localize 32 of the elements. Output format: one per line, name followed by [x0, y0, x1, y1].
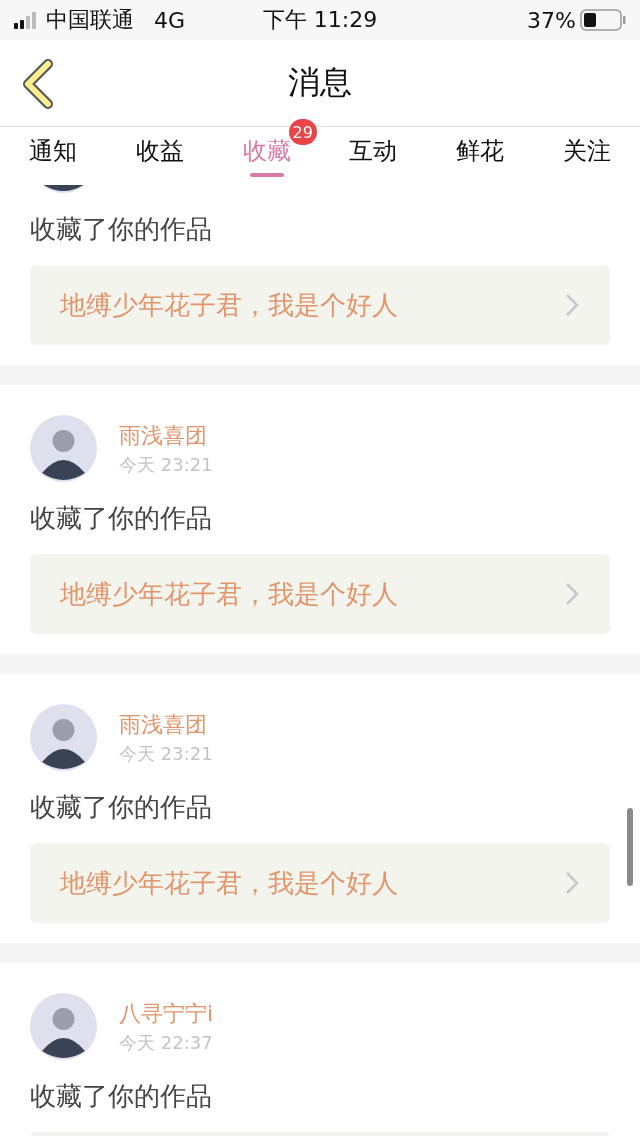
clock-time: 下午 11:29 — [262, 6, 378, 34]
user-name[interactable]: 雨浅喜团 — [119, 709, 213, 740]
count-badge: 29 — [288, 119, 317, 145]
message-text: 收藏了你的作品 — [30, 213, 213, 246]
battery-percent: 37% — [527, 7, 576, 33]
work-card[interactable]: 地缚少年花子君，我是个好人 — [30, 843, 610, 923]
tab[interactable]: 收藏 — [242, 135, 291, 167]
message-text: 收藏了你的作品 — [30, 502, 213, 535]
tab[interactable]: 互动 — [349, 135, 398, 167]
tab[interactable]: 关注 — [562, 135, 611, 167]
tab[interactable]: 鲜花 — [456, 135, 504, 167]
user-name[interactable]: 雨浅喜团 — [119, 420, 213, 451]
back-button[interactable] — [20, 58, 54, 110]
user-name[interactable]: 八寻宁宁i — [119, 998, 214, 1029]
work-card[interactable]: 地缚少年花子君，我是个好人 — [30, 554, 610, 634]
tab[interactable]: 通知 — [29, 135, 78, 167]
battery-icon — [580, 9, 626, 31]
chevron-icon — [564, 581, 580, 607]
message-text: 收藏了你的作品 — [30, 1080, 213, 1113]
tab[interactable]: 收益 — [136, 135, 184, 167]
network-type: 4G — [154, 7, 186, 33]
work-card[interactable]: 地缚少年花子君，我是个好人 — [30, 265, 610, 345]
page-title: 消息 — [288, 63, 352, 101]
scrollbar[interactable] — [627, 808, 633, 886]
message-text: 收藏了你的作品 — [30, 791, 213, 824]
signal-icon — [14, 11, 38, 29]
chevron-icon — [564, 292, 580, 318]
carrier-name: 中国联通 — [46, 6, 134, 34]
chevron-icon — [564, 870, 580, 896]
timestamp: 今天 22:37 — [119, 1030, 214, 1055]
timestamp: 今天 23:21 — [119, 452, 213, 477]
timestamp: 今天 23:21 — [119, 741, 213, 766]
